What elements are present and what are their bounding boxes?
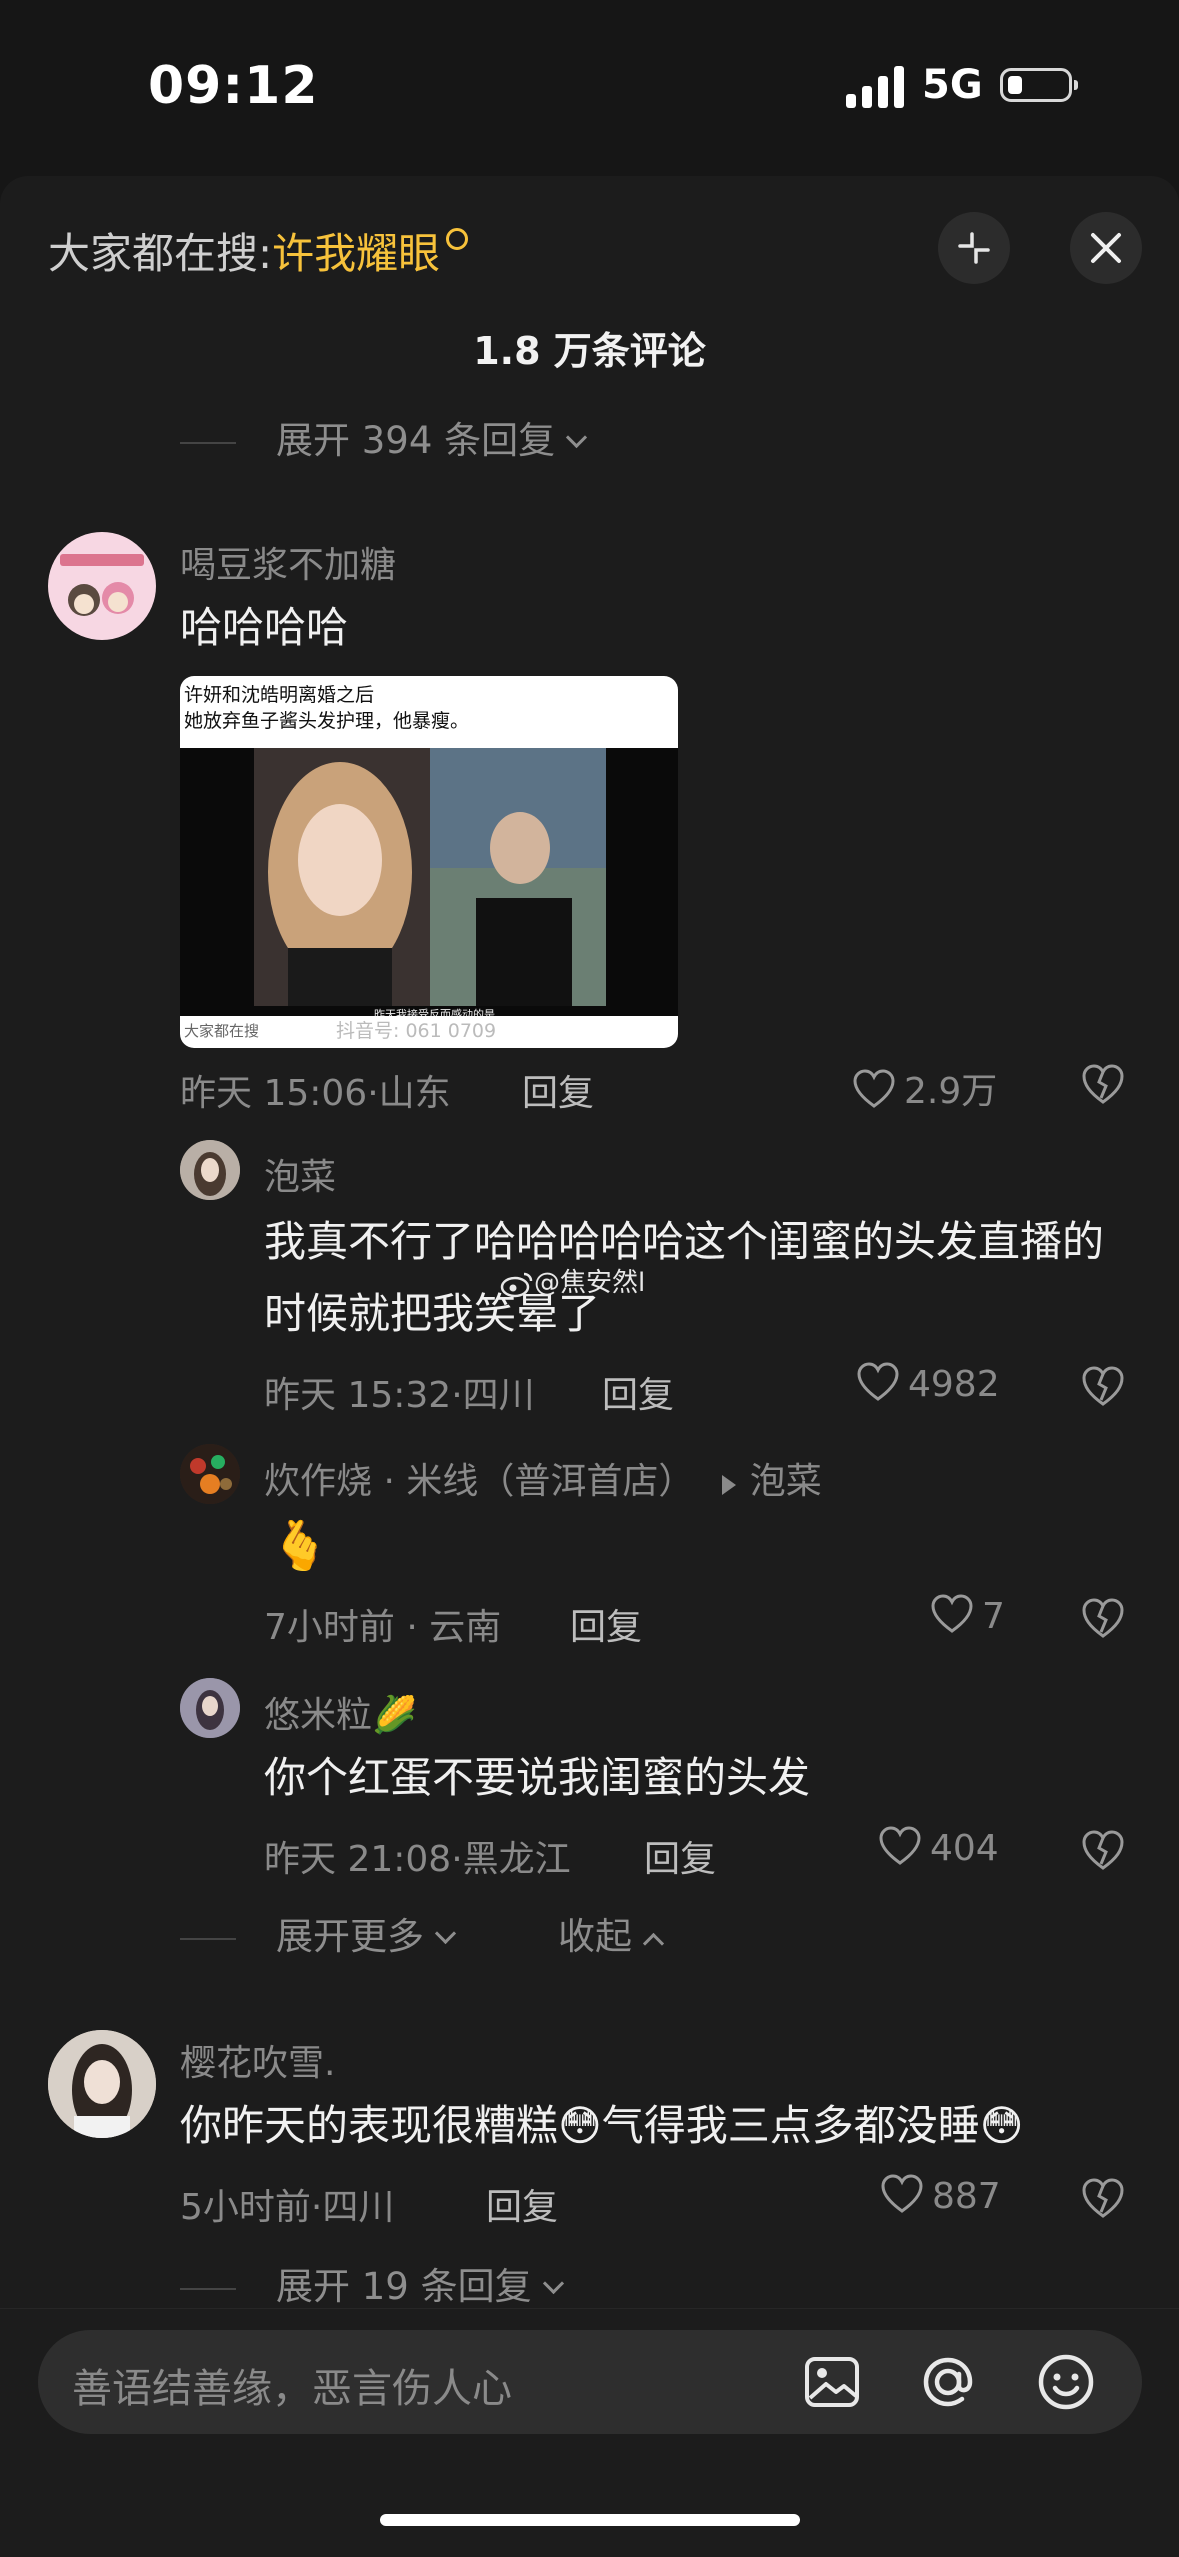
chevron-up-icon (642, 1932, 665, 1955)
signal-icon (846, 66, 904, 108)
comment-username[interactable]: 喝豆浆不加糖 (180, 536, 396, 588)
comment-text: 哈哈哈哈 (180, 603, 349, 652)
image-caption-line1: 许妍和沈皓明离婚之后 (184, 684, 375, 706)
chevron-down-icon (434, 1922, 457, 1945)
reply-text: 你个红蛋不要说我闺蜜的头发 (264, 1753, 811, 1802)
reply-text: 🫰 (270, 1518, 330, 1574)
reply-to-user[interactable]: 泡菜 (750, 1461, 822, 1502)
battery-icon (1000, 68, 1078, 102)
reply-meta: 昨天 21:08·黑龙江 (264, 1839, 571, 1880)
dislike-icon[interactable] (1080, 1062, 1126, 1106)
chevron-down-icon (542, 2272, 564, 2295)
avatar[interactable] (180, 1140, 240, 1200)
trending-search-keyword[interactable]: 许我耀眼 (272, 229, 440, 278)
avatar[interactable] (180, 1678, 240, 1738)
reply-meta: 昨天 15:32·四川 (264, 1375, 535, 1416)
trending-search-prefix: 大家都在搜: (48, 229, 273, 278)
chevron-down-icon (566, 426, 588, 449)
heart-icon (931, 1594, 973, 1633)
reply-button[interactable]: 回复 (486, 2178, 558, 2230)
reply-username[interactable]: 悠米粒🌽 (264, 1686, 417, 1738)
weibo-watermark: @焦安然l (500, 1262, 645, 1299)
comment-time: 昨天 15:06 (180, 1073, 368, 1114)
comment-input-placeholder: 善语结善缘，恶言伤人心 (72, 2366, 512, 2412)
comment-input[interactable]: 善语结善缘，恶言伤人心 (38, 2330, 1142, 2434)
image-bottom-caption: 大家都在搜 (184, 1022, 260, 1040)
close-icon (1091, 233, 1121, 263)
reply-text: 我真不行了哈哈哈哈哈这个闺蜜的头发直播的时候就把我笑晕了 (264, 1217, 1105, 1338)
at-icon[interactable] (918, 2352, 978, 2412)
like-button[interactable]: 887 (880, 2174, 1001, 2218)
heart-icon (881, 2174, 923, 2213)
reply-button[interactable]: 回复 (522, 1064, 594, 1116)
like-count: 2.9万 (904, 1071, 998, 1112)
avatar[interactable] (48, 2030, 156, 2138)
like-button[interactable]: 4982 (856, 1362, 1000, 1406)
dislike-icon[interactable] (1080, 2176, 1126, 2220)
avatar[interactable] (48, 532, 156, 640)
like-button[interactable]: 7 (930, 1594, 1005, 1638)
search-icon (446, 228, 469, 250)
image-icon[interactable] (804, 2356, 860, 2408)
comment-meta: 昨天 15:06·山东 (180, 1073, 451, 1114)
network-type: 5G (922, 62, 983, 108)
image-watermark: 抖音号: 061 0709 (336, 1020, 497, 1042)
minimize-button[interactable] (938, 212, 1010, 284)
reply-meta: 7小时前 · 云南 (264, 1607, 502, 1648)
avatar[interactable] (180, 1444, 240, 1504)
comment-username[interactable]: 樱花吹雪. (180, 2034, 335, 2086)
divider-line (180, 2287, 236, 2290)
home-indicator[interactable] (380, 2514, 800, 2526)
comment-text: 你昨天的表现很糟糕😳气得我三点多都没睡😳 (180, 2101, 1024, 2150)
status-time: 09:12 (148, 56, 319, 116)
comment-count: 1.8 万条评论 (473, 329, 706, 373)
heart-icon (857, 1362, 899, 1401)
dislike-icon[interactable] (1080, 1364, 1126, 1408)
trending-search[interactable]: 大家都在搜:许我耀眼 (48, 220, 469, 281)
heart-icon (853, 1069, 895, 1108)
reply-button[interactable]: 回复 (570, 1598, 642, 1650)
dislike-icon[interactable] (1080, 1828, 1126, 1872)
reply-username[interactable]: 泡菜 (264, 1148, 336, 1200)
reply-button[interactable]: 回复 (644, 1830, 716, 1882)
weibo-icon (500, 1272, 533, 1297)
collapse-replies[interactable]: 收起 (558, 1906, 665, 1960)
close-button[interactable] (1070, 212, 1142, 284)
minimize-icon (958, 232, 990, 264)
like-button[interactable]: 404 (878, 1826, 999, 1870)
divider-line (180, 1937, 236, 1940)
emoji-icon[interactable] (1036, 2352, 1096, 2412)
divider-line (180, 441, 236, 444)
reply-username[interactable]: 炊作烧 · 米线（普洱首店） 泡菜 (264, 1452, 822, 1504)
heart-icon (879, 1826, 921, 1865)
status-bar: 09:12 5G (0, 0, 1179, 176)
reply-to-arrow-icon (721, 1475, 736, 1495)
like-button[interactable]: 2.9万 (852, 1062, 997, 1114)
comment-meta: 5小时前·四川 (180, 2187, 395, 2228)
expand-replies-top[interactable]: 展开 394 条回复 (180, 410, 588, 464)
image-caption-line2: 她放弃鱼子酱头发护理，他暴瘦。 (184, 710, 470, 732)
comment-sheet (0, 176, 1179, 2556)
comment-image[interactable]: 许妍和沈皓明离婚之后 她放弃鱼子酱头发护理，他暴瘦。 昨天我接受反而感动的是 大… (180, 676, 678, 1048)
dislike-icon[interactable] (1080, 1596, 1126, 1640)
expand-replies[interactable]: 展开 19 条回复 (180, 2256, 564, 2310)
reply-button[interactable]: 回复 (602, 1366, 674, 1418)
comment-location: 山东 (378, 1073, 451, 1114)
expand-more-replies[interactable]: 展开更多 (180, 1906, 457, 1960)
